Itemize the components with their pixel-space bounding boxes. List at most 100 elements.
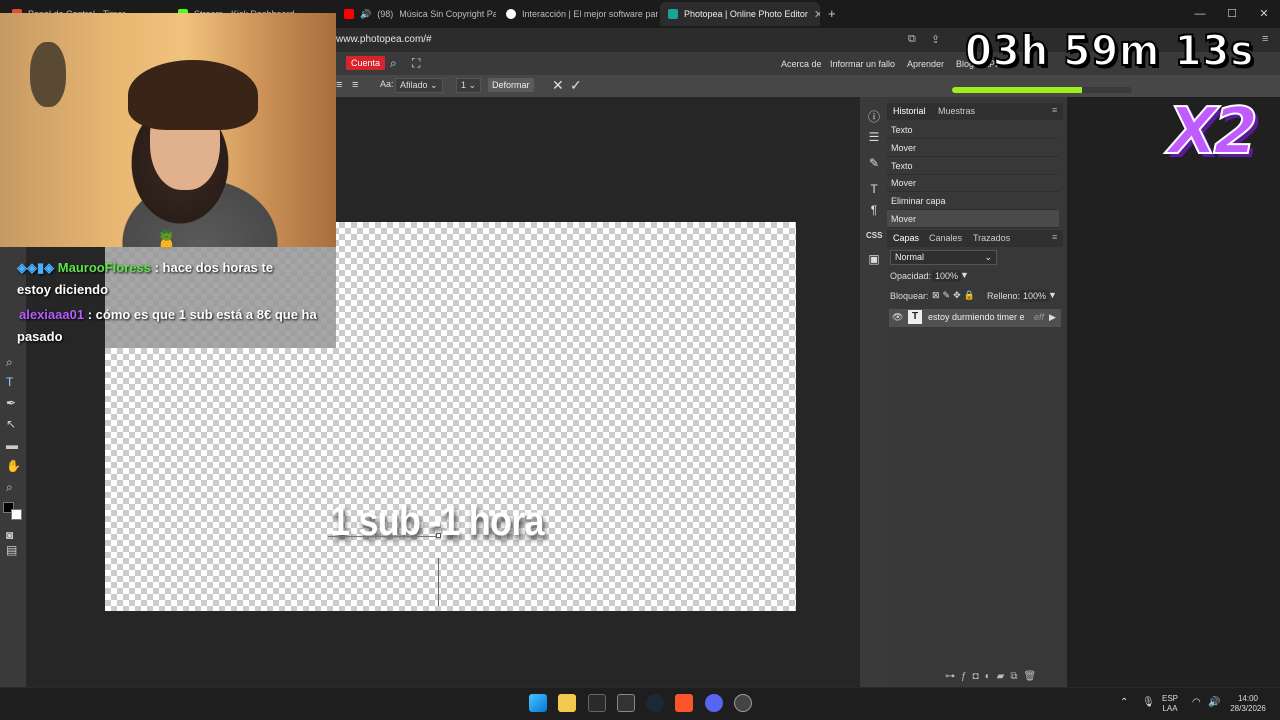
search-icon[interactable]: ⌕ <box>390 56 397 71</box>
chevron-down-icon: ⌄ <box>984 252 992 262</box>
terminal-icon[interactable] <box>617 694 635 712</box>
history-item[interactable]: Texto <box>887 121 1059 139</box>
expand-arrow-icon[interactable]: ▶ <box>1049 312 1056 323</box>
tab-channels[interactable]: Canales <box>929 233 962 243</box>
paragraph-icon[interactable]: ¶ <box>866 203 882 217</box>
windows-start-icon[interactable] <box>529 694 547 712</box>
wifi-icon[interactable]: ◠ <box>1192 698 1201 708</box>
visibility-eye-icon[interactable]: 👁 <box>892 312 903 323</box>
volume-icon[interactable]: 🔊 <box>1208 698 1220 708</box>
file-explorer-icon[interactable] <box>558 694 576 712</box>
tab-count: (98) <box>377 9 394 19</box>
new-tab-button[interactable]: + <box>828 6 836 21</box>
type-tool-icon[interactable]: T <box>6 375 13 389</box>
opacity-input[interactable]: 100% <box>932 270 962 282</box>
quick-mask-icon[interactable]: ◙ <box>6 528 13 542</box>
tab-photopea[interactable]: Photopea | Online Photo Editor ✕ <box>660 2 820 26</box>
character-icon[interactable]: T <box>866 182 882 196</box>
minimize-icon[interactable]: — <box>1184 0 1216 28</box>
layer-name[interactable]: estoy durmiendo timer e <box>928 312 1032 322</box>
path-select-tool-icon[interactable]: ↖ <box>6 417 16 431</box>
close-window-icon[interactable]: ✕ <box>1248 0 1280 28</box>
interaccion-favicon-icon <box>506 9 516 19</box>
chat-message-1: ◈◈▮◈ MaurooFloress : hace dos horas te <box>17 260 273 276</box>
history-item[interactable]: Mover <box>887 139 1059 157</box>
obs-icon[interactable] <box>734 694 752 712</box>
lock-options-icon[interactable]: ⊠✎✥🔒 <box>932 290 978 301</box>
steam-icon[interactable] <box>646 694 664 712</box>
fill-dropdown-icon[interactable]: ▼ <box>1048 290 1057 300</box>
background-color-swatch[interactable] <box>11 509 22 520</box>
history-item[interactable]: Texto <box>887 157 1059 175</box>
wall-decoration <box>30 42 66 107</box>
right-margin-area <box>1067 97 1280 687</box>
info-icon[interactable]: ⓘ <box>866 108 882 125</box>
clock-time: 14:00 <box>1237 694 1259 703</box>
size-select[interactable]: 1 ⌄ <box>456 78 482 93</box>
css-icon[interactable]: CSS <box>866 231 882 240</box>
zoom-tool-icon-2[interactable]: ⌕ <box>6 480 13 495</box>
confirm-edit-icon[interactable]: ✓ <box>570 77 582 94</box>
epic-games-icon[interactable] <box>588 694 606 712</box>
hand-tool-icon[interactable]: ✋ <box>6 459 21 473</box>
text-caret <box>438 558 439 606</box>
share-icon[interactable]: ⇪ <box>931 33 940 46</box>
account-button[interactable]: Cuenta <box>346 56 386 70</box>
tab-youtube-music[interactable]: 🔊 (98) Música Sin Copyright Pa <box>336 2 496 26</box>
panel-menu-icon[interactable]: ≡ <box>1052 105 1057 115</box>
history-item[interactable]: Eliminar capa <box>887 192 1059 210</box>
zoom-tool-icon[interactable]: ⌕ <box>6 355 13 370</box>
tab-swatches[interactable]: Muestras <box>938 106 975 116</box>
timer-progress-bar <box>952 87 1132 93</box>
youtube-favicon-icon <box>344 9 354 19</box>
blend-mode-select[interactable]: Normal ⌄ <box>890 250 997 265</box>
align-right-icon[interactable]: ≡ <box>352 79 358 91</box>
open-external-icon[interactable]: ⧉ <box>908 33 916 46</box>
layers-menu-icon[interactable]: ≡ <box>1052 232 1057 242</box>
tab-interaccion[interactable]: Interacción | El mejor software para p <box>498 2 658 26</box>
text-transform-handle[interactable] <box>436 533 441 538</box>
fill-input[interactable]: 100% <box>1020 290 1050 302</box>
input-language[interactable]: ESP LAA <box>1162 694 1178 714</box>
text-layer-thumbnail-icon: T <box>908 310 922 324</box>
layers-footer-icons[interactable]: ⊶ƒ◘◐▰⧉🗑 <box>945 671 1042 682</box>
brave-browser-icon[interactable] <box>675 694 693 712</box>
brush-icon[interactable]: ✎ <box>866 156 882 170</box>
chat-message-2-cont: pasado <box>17 329 63 344</box>
badge-icons: ◈◈▮◈ <box>17 260 58 275</box>
screen-mode-icon[interactable]: ▤ <box>6 543 17 557</box>
browser-menu-icon[interactable]: ≡ <box>1262 33 1268 45</box>
url-field[interactable]: www.photopea.com/# <box>336 34 432 45</box>
tab-layers[interactable]: Capas <box>893 233 919 243</box>
adjustments-icon[interactable]: ☰ <box>866 130 882 144</box>
chevron-down-icon: ⌄ <box>468 80 477 90</box>
menu-learn-link[interactable]: Aprender <box>907 59 944 69</box>
shape-tool-icon[interactable]: ▬ <box>6 438 18 452</box>
fullscreen-icon[interactable]: ⛶ <box>412 56 420 71</box>
menu-about-link[interactable]: Acerca de <box>781 59 822 69</box>
antialias-select[interactable]: Afilado ⌄ <box>395 78 443 93</box>
microphone-icon[interactable]: 🎙 <box>1142 698 1155 708</box>
text-baseline-underline <box>328 536 440 537</box>
clock[interactable]: 14:00 28/3/2026 <box>1226 694 1270 714</box>
image-icon[interactable]: ▣ <box>866 252 882 266</box>
tray-overflow-icon[interactable]: ⌃ <box>1120 698 1128 708</box>
pen-tool-icon[interactable]: ✒ <box>6 396 16 410</box>
discord-icon[interactable] <box>705 694 723 712</box>
cancel-edit-icon[interactable]: ✕ <box>552 77 564 94</box>
opacity-label: Opacidad: <box>890 271 932 281</box>
tab-history[interactable]: Historial <box>893 106 926 116</box>
layer-effects-badge[interactable]: eff <box>1034 312 1044 322</box>
menu-report-bug-link[interactable]: Informar un fallo <box>830 59 895 69</box>
tab-label: Photopea | Online Photo Editor <box>684 9 808 19</box>
close-tab-icon[interactable]: ✕ <box>814 8 820 21</box>
window-controls: — ☐ ✕ <box>1184 0 1280 28</box>
maximize-icon[interactable]: ☐ <box>1216 0 1248 28</box>
align-left-icon[interactable]: ≡ <box>336 79 342 91</box>
opacity-dropdown-icon[interactable]: ▼ <box>960 270 969 280</box>
blend-mode-value: Normal <box>895 252 925 262</box>
history-item-current[interactable]: Mover <box>887 210 1059 228</box>
tab-paths[interactable]: Trazados <box>973 233 1010 243</box>
history-item[interactable]: Mover <box>887 174 1059 192</box>
deform-button[interactable]: Deformar <box>488 78 534 92</box>
